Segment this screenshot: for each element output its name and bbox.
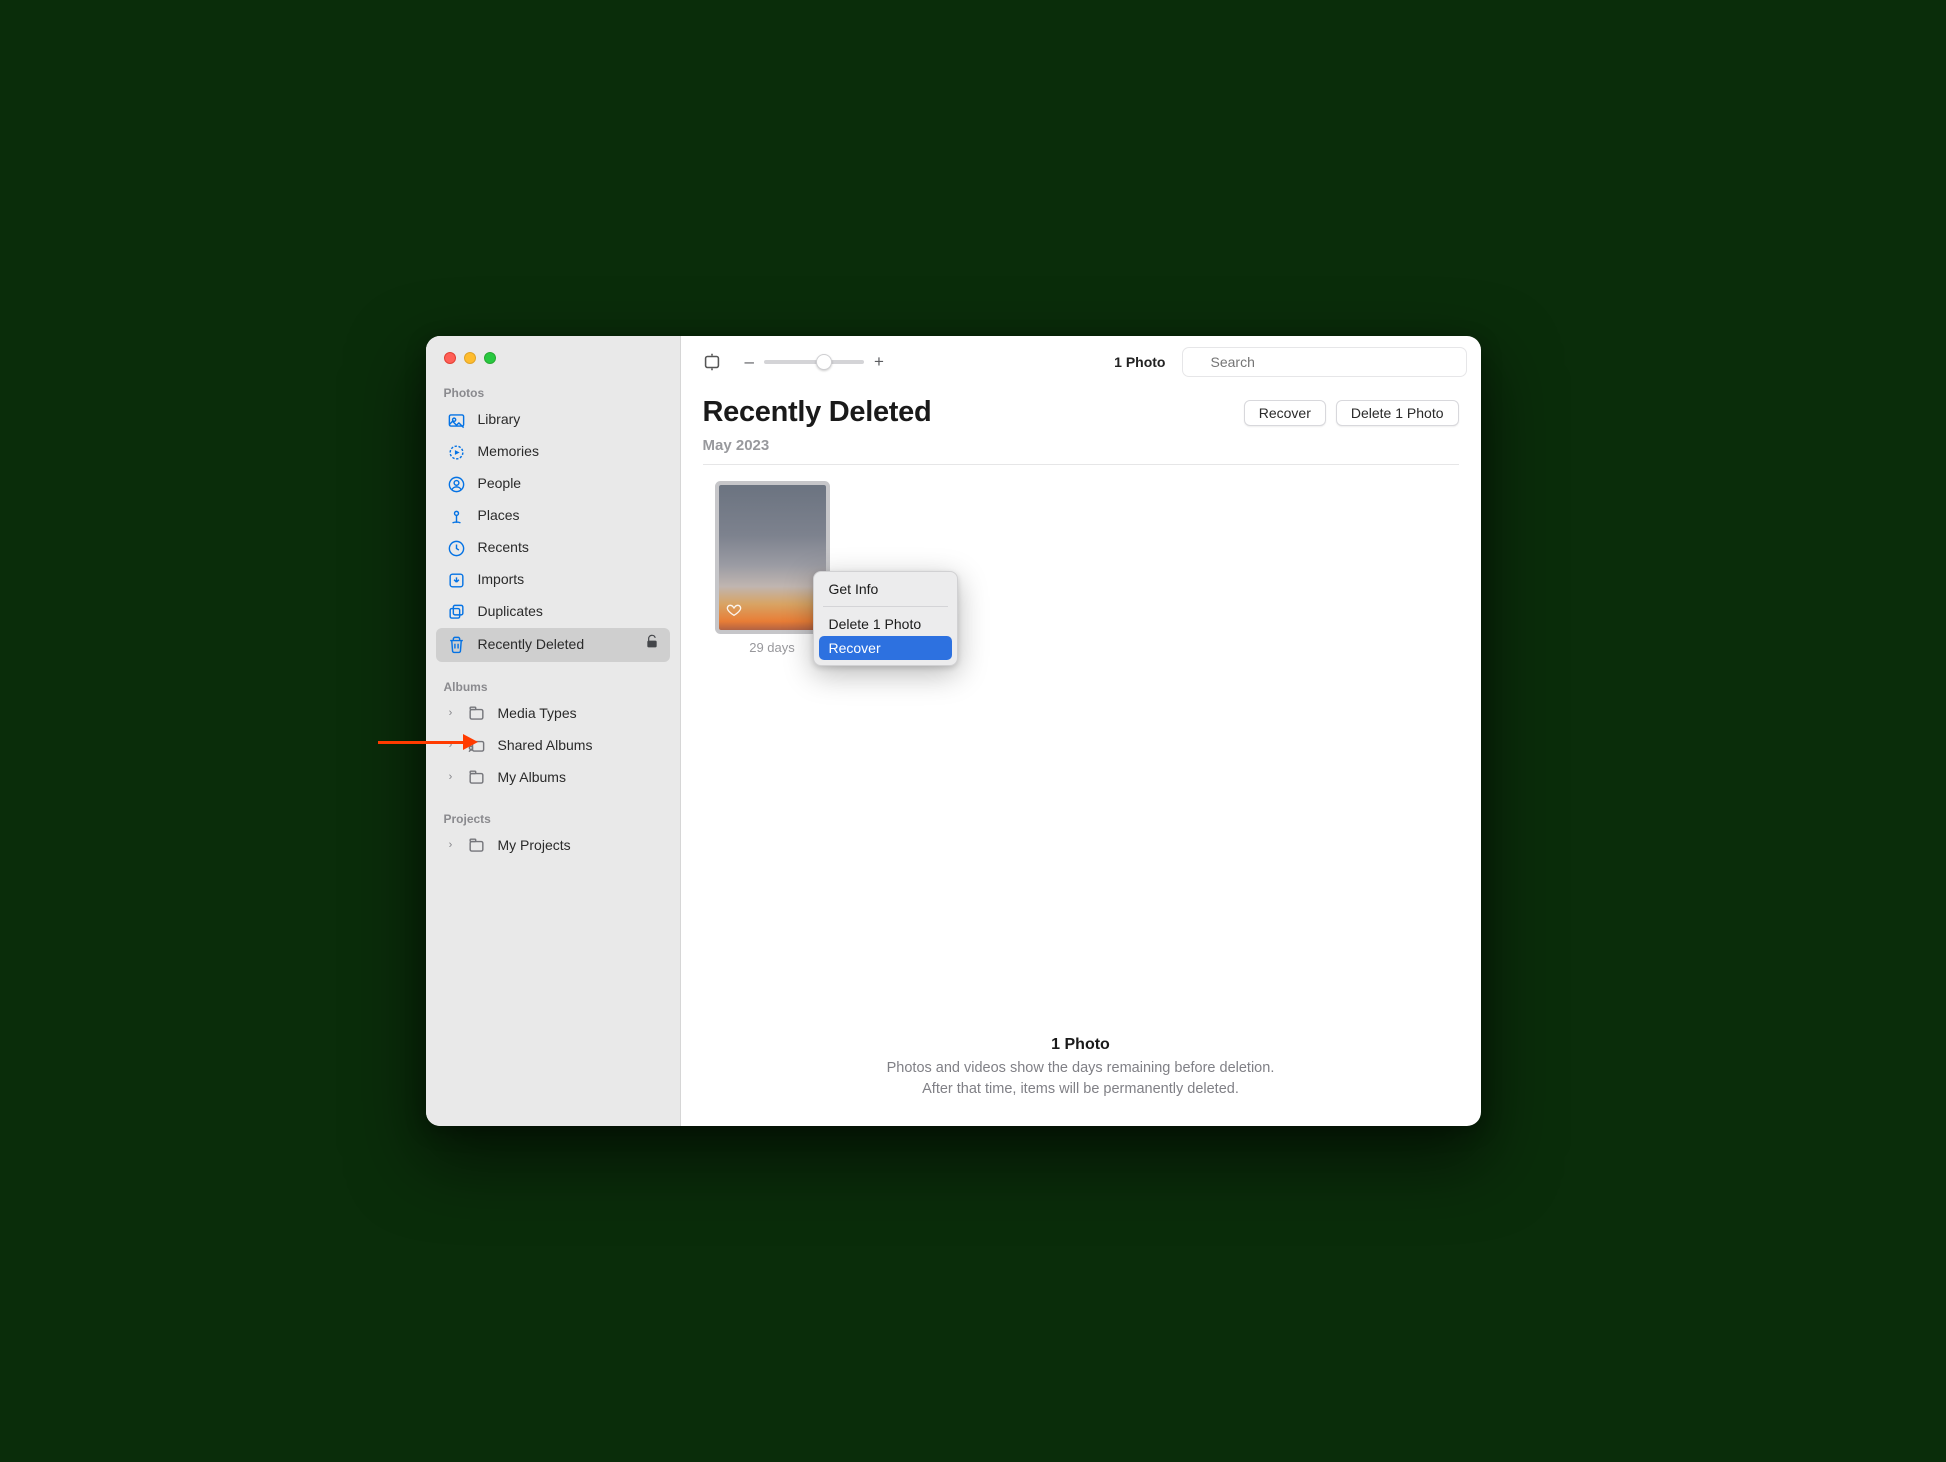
sidebar-item-label: People	[478, 474, 522, 494]
sidebar-item-my-albums[interactable]: › My Albums	[436, 762, 670, 794]
minimize-window-button[interactable]	[464, 352, 476, 364]
sidebar-item-label: Places	[478, 506, 520, 526]
duplicates-icon	[446, 602, 468, 622]
photo-thumbnail[interactable]: 29 days	[719, 485, 826, 655]
search-input[interactable]	[1182, 347, 1467, 377]
sidebar-item-label: My Projects	[498, 836, 571, 856]
menu-delete-photo[interactable]: Delete 1 Photo	[819, 612, 952, 636]
sidebar-item-duplicates[interactable]: Duplicates	[436, 596, 670, 628]
zoom-slider-group: – +	[745, 352, 884, 372]
menu-separator	[823, 606, 948, 607]
recover-button[interactable]: Recover	[1244, 400, 1326, 426]
page-title: Recently Deleted	[703, 396, 932, 429]
chevron-right-icon: ›	[446, 770, 456, 785]
folder-icon	[466, 704, 488, 724]
sidebar-item-label: Media Types	[498, 704, 577, 724]
library-icon	[446, 410, 468, 430]
sidebar-item-my-projects[interactable]: › My Projects	[436, 830, 670, 862]
sidebar-item-imports[interactable]: Imports	[436, 564, 670, 596]
main-panel: – + 1 Photo Recently Delete	[681, 336, 1481, 1126]
footer-line-1: Photos and videos show the days remainin…	[703, 1058, 1459, 1079]
trash-icon	[446, 635, 468, 655]
sidebar-item-recents[interactable]: Recents	[436, 532, 670, 564]
sidebar-item-label: Memories	[478, 442, 539, 462]
annotation-arrow	[378, 734, 478, 750]
aspect-toggle-button[interactable]	[695, 351, 729, 373]
section-title-photos: Photos	[436, 386, 670, 404]
photo-count-label: 1 Photo	[1114, 354, 1165, 370]
folder-icon	[466, 836, 488, 856]
month-header: May 2023	[703, 437, 1459, 454]
sidebar-item-memories[interactable]: Memories	[436, 436, 670, 468]
sidebar-item-label: Recents	[478, 538, 529, 558]
people-icon	[446, 474, 468, 494]
sidebar-item-people[interactable]: People	[436, 468, 670, 500]
content-area: Recently Deleted Recover Delete 1 Photo …	[681, 388, 1481, 1126]
sidebar-item-label: My Albums	[498, 768, 566, 788]
zoom-window-button[interactable]	[484, 352, 496, 364]
app-window: Photos Library Memories People	[426, 336, 1481, 1126]
chevron-right-icon: ›	[446, 706, 456, 721]
sidebar: Photos Library Memories People	[426, 336, 681, 1126]
sidebar-item-label: Library	[478, 410, 521, 430]
menu-get-info[interactable]: Get Info	[819, 577, 952, 601]
sidebar-item-places[interactable]: Places	[436, 500, 670, 532]
sidebar-item-library[interactable]: Library	[436, 404, 670, 436]
section-title-projects: Projects	[436, 812, 670, 830]
zoom-slider-thumb[interactable]	[816, 354, 832, 370]
footer-line-2: After that time, items will be permanent…	[703, 1079, 1459, 1100]
imports-icon	[446, 570, 468, 590]
sidebar-item-label: Duplicates	[478, 602, 543, 622]
days-remaining-label: 29 days	[719, 640, 826, 655]
heart-icon	[726, 602, 742, 623]
sidebar-item-label: Recently Deleted	[478, 635, 585, 655]
menu-recover[interactable]: Recover	[819, 636, 952, 660]
section-title-albums: Albums	[436, 680, 670, 698]
zoom-in-button[interactable]: +	[874, 352, 884, 372]
chevron-right-icon: ›	[446, 838, 456, 853]
clock-icon	[446, 538, 468, 558]
footer: 1 Photo Photos and videos show the days …	[703, 1006, 1459, 1110]
sidebar-item-media-types[interactable]: › Media Types	[436, 698, 670, 730]
memories-icon	[446, 442, 468, 462]
delete-photo-button[interactable]: Delete 1 Photo	[1336, 400, 1459, 426]
sidebar-item-recently-deleted[interactable]: Recently Deleted	[436, 628, 670, 662]
context-menu: Get Info Delete 1 Photo Recover	[813, 571, 958, 666]
sidebar-item-label: Imports	[478, 570, 525, 590]
folder-icon	[466, 768, 488, 788]
places-icon	[446, 506, 468, 526]
zoom-out-button[interactable]: –	[745, 352, 754, 372]
sidebar-item-label: Shared Albums	[498, 736, 593, 756]
close-window-button[interactable]	[444, 352, 456, 364]
window-controls	[436, 348, 670, 364]
toolbar: – + 1 Photo	[681, 336, 1481, 388]
footer-count: 1 Photo	[703, 1036, 1459, 1054]
thumbnail-image	[719, 485, 826, 630]
unlocked-icon	[644, 634, 660, 656]
zoom-slider[interactable]	[764, 360, 864, 364]
